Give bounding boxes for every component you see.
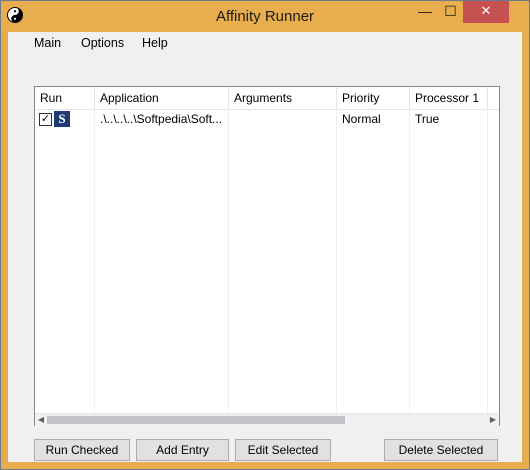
entries-list[interactable]: Run Application Arguments Priority Proce… bbox=[34, 86, 500, 426]
cell-application: .\..\..\..\Softpedia\Soft... bbox=[100, 112, 223, 126]
column-header-run[interactable]: Run bbox=[35, 87, 95, 109]
horizontal-scrollbar[interactable]: ◀ ▶ bbox=[35, 413, 499, 426]
column-header-arguments[interactable]: Arguments bbox=[229, 87, 337, 109]
grid-line bbox=[94, 109, 95, 413]
cell-arguments bbox=[229, 110, 337, 129]
column-header-priority[interactable]: Priority bbox=[337, 87, 410, 109]
grid-line bbox=[409, 109, 410, 413]
title-bar[interactable]: Affinity Runner — ☐ ✕ bbox=[1, 1, 529, 32]
softpedia-s-icon: S bbox=[54, 111, 70, 127]
scroll-left-icon[interactable]: ◀ bbox=[35, 414, 47, 426]
grid-line bbox=[487, 109, 488, 413]
menu-help[interactable]: Help bbox=[142, 36, 168, 50]
edit-selected-button[interactable]: Edit Selected bbox=[235, 439, 331, 461]
scroll-right-icon[interactable]: ▶ bbox=[487, 414, 499, 426]
add-entry-button[interactable]: Add Entry bbox=[136, 439, 229, 461]
menu-main[interactable]: Main bbox=[34, 36, 61, 50]
run-checked-button[interactable]: Run Checked bbox=[34, 439, 130, 461]
app-window: Affinity Runner — ☐ ✕ Main Options Help … bbox=[0, 0, 530, 470]
run-checkbox[interactable]: ✓ bbox=[39, 113, 52, 126]
cell-processor1: True bbox=[415, 112, 440, 126]
scroll-thumb[interactable] bbox=[47, 416, 345, 424]
grid-line bbox=[336, 109, 337, 413]
maximize-button[interactable]: ☐ bbox=[438, 1, 463, 23]
column-header-application[interactable]: Application bbox=[95, 87, 229, 109]
table-row[interactable]: ✓ S .\..\..\..\Softpedia\Soft... Normal … bbox=[35, 110, 499, 129]
cell-priority: Normal bbox=[342, 112, 381, 126]
menu-options[interactable]: Options bbox=[81, 36, 124, 50]
list-header: Run Application Arguments Priority Proce… bbox=[35, 87, 499, 110]
menu-bar: Main Options Help bbox=[8, 32, 522, 54]
client-area: Main Options Help Run Application Argume… bbox=[8, 32, 522, 462]
grid-line bbox=[228, 109, 229, 413]
column-header-processor1[interactable]: Processor 1 bbox=[410, 87, 488, 109]
close-button[interactable]: ✕ bbox=[463, 1, 509, 23]
minimize-button[interactable]: — bbox=[412, 1, 438, 23]
delete-selected-button[interactable]: Delete Selected bbox=[384, 439, 498, 461]
